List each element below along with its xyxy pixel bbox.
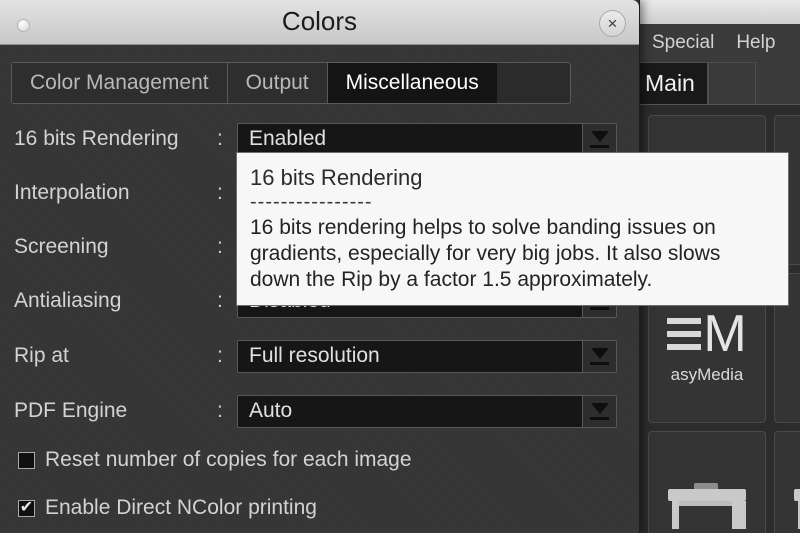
field-separator: : <box>217 399 223 422</box>
checkbox-reset-copies[interactable] <box>18 451 35 469</box>
field-label: PDF Engine <box>14 399 128 422</box>
app-tile-label: asyMedia <box>670 365 744 384</box>
checkmark-icon: ✔ <box>19 499 34 516</box>
background-tab-main[interactable]: Main <box>632 62 708 104</box>
easymedia-logo-icon: M <box>667 305 747 363</box>
field-label: Interpolation <box>14 181 130 204</box>
field-label: Rip at <box>14 344 69 367</box>
dropdown-value: Full resolution <box>249 344 380 367</box>
checkbox-label: Enable Direct NColor printing <box>45 496 317 519</box>
field-row-pdf-engine: PDF Engine : Auto <box>0 392 640 430</box>
tooltip-body: 16 bits rendering helps to solve banding… <box>250 216 721 291</box>
menu-item-help[interactable]: Help <box>736 32 775 54</box>
field-label: Antialiasing <box>14 289 122 312</box>
dropdown-16-bits-rendering[interactable]: Enabled <box>237 122 617 156</box>
dropdown-value: Auto <box>249 399 293 422</box>
dropdown-value: Enabled <box>249 127 327 150</box>
background-tabbar: Main <box>632 62 800 104</box>
dialog-title: Colors <box>281 6 358 36</box>
field-row-rip-at: Rip at : Full resolution <box>0 337 640 375</box>
app-tile-printer[interactable] <box>774 431 800 533</box>
printer-icon <box>790 475 800 529</box>
chevron-down-icon[interactable] <box>582 340 616 372</box>
background-tab-secondary[interactable] <box>707 62 756 104</box>
dropdown-pdf-engine[interactable]: Auto <box>237 394 617 428</box>
dialog-tabbar: Color Management Output Miscellaneous <box>11 62 571 104</box>
background-menubar: Special Help <box>632 24 800 62</box>
em-bars-icon <box>667 318 702 350</box>
dropdown-rip-at[interactable]: Full resolution <box>237 339 617 373</box>
background-window-titlebar <box>632 0 800 25</box>
field-label: 16 bits Rendering <box>14 127 179 150</box>
close-icon[interactable]: × <box>599 10 626 37</box>
em-letter-icon: M <box>703 305 747 363</box>
field-label: Screening <box>14 235 109 258</box>
tooltip-title: 16 bits Rendering <box>250 165 423 190</box>
chevron-down-icon[interactable] <box>582 395 616 427</box>
tooltip-16-bits-rendering: 16 bits Rendering ---------------- 16 bi… <box>236 152 789 306</box>
tab-color-management[interactable]: Color Management <box>12 63 228 103</box>
checkbox-row-direct-ncolor[interactable]: ✔ Enable Direct NColor printing <box>0 491 640 525</box>
dialog-titlebar: Colors × <box>0 0 639 45</box>
tab-output[interactable]: Output <box>227 63 328 103</box>
field-separator: : <box>217 127 223 150</box>
chevron-down-icon[interactable] <box>582 123 616 155</box>
checkbox-row-reset-copies[interactable]: Reset number of copies for each image <box>0 443 640 477</box>
field-separator: : <box>217 344 223 367</box>
printer-icon <box>664 475 750 529</box>
field-separator: : <box>217 181 223 204</box>
checkbox-label: Reset number of copies for each image <box>45 448 412 471</box>
menu-item-special[interactable]: Special <box>652 32 714 54</box>
field-separator: : <box>217 235 223 258</box>
checkbox-direct-ncolor[interactable]: ✔ <box>18 499 35 517</box>
tab-miscellaneous[interactable]: Miscellaneous <box>327 63 497 103</box>
app-tile-printer[interactable] <box>648 431 766 533</box>
tooltip-separator: ---------------- <box>250 195 373 209</box>
field-separator: : <box>217 289 223 312</box>
